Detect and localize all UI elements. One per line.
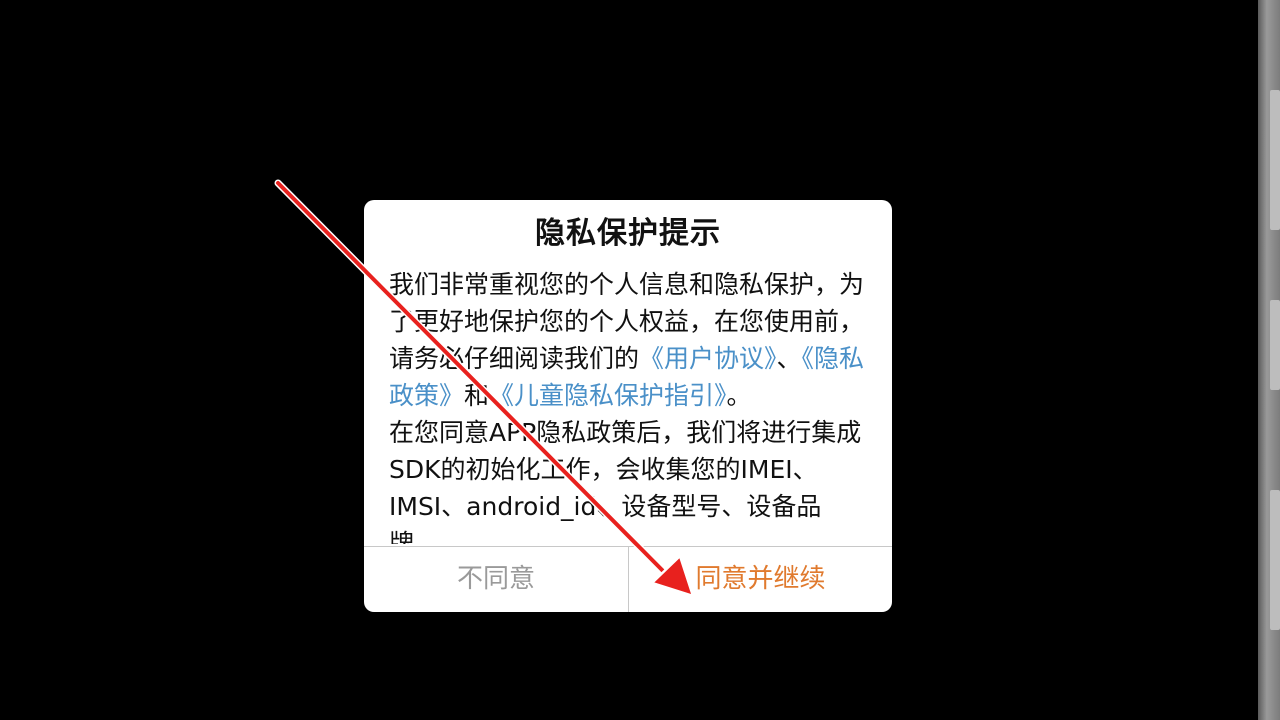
end-punctuation: 。 (726, 381, 752, 410)
user-agreement-link[interactable]: 《用户协议》 (639, 344, 777, 373)
separator-text: 、 (776, 344, 802, 373)
dialog-title: 隐私保护提示 (535, 216, 721, 251)
screen: 隐私保护提示 我们非常重视您的个人信息和隐私保护，为了更好地保护您的个人权益，在… (0, 0, 1280, 720)
device-side-bar (1258, 0, 1280, 720)
separator-text: 和 (464, 381, 490, 410)
disagree-button[interactable]: 不同意 (364, 547, 628, 612)
agree-continue-button[interactable]: 同意并继续 (629, 547, 892, 612)
side-bar-segment (1270, 90, 1280, 230)
privacy-paragraph-1: 我们非常重视您的个人信息和隐私保护，为了更好地保护您的个人权益，在您使用前，请务… (389, 266, 869, 414)
dialog-body[interactable]: 我们非常重视您的个人信息和隐私保护，为了更好地保护您的个人权益，在您使用前，请务… (389, 266, 869, 544)
side-bar-segment (1270, 490, 1280, 630)
privacy-paragraph-2: 在您同意APP隐私政策后，我们将进行集成SDK的初始化工作，会收集您的IMEI、… (389, 418, 862, 544)
side-bar-segment (1270, 300, 1280, 390)
privacy-dialog: 隐私保护提示 我们非常重视您的个人信息和隐私保护，为了更好地保护您的个人权益，在… (364, 200, 892, 612)
child-privacy-guide-link[interactable]: 《儿童隐私保护指引》 (489, 381, 727, 410)
